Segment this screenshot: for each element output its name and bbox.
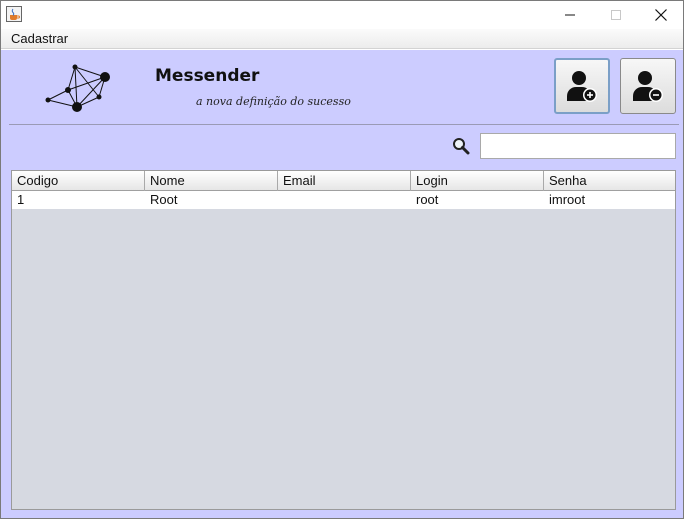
- add-user-icon: [567, 71, 597, 102]
- remove-user-icon: [633, 71, 663, 102]
- maximize-icon: [611, 10, 621, 20]
- table-body: 1 Root root imroot: [12, 191, 675, 209]
- cell-senha: imroot: [549, 192, 586, 207]
- column-header-codigo[interactable]: Codigo: [12, 171, 145, 191]
- maximize-button[interactable]: [593, 1, 639, 29]
- cell-email: [278, 191, 411, 209]
- app-window: Cadastrar Messender a nova definição do …: [0, 0, 684, 519]
- cell-login: root: [416, 192, 439, 207]
- app-title: Messender: [155, 66, 260, 86]
- minimize-button[interactable]: [547, 1, 593, 29]
- magnifier-icon: [453, 138, 470, 155]
- column-header-email[interactable]: Email: [278, 171, 411, 191]
- menu-bar: Cadastrar: [1, 29, 683, 49]
- close-icon: [655, 9, 667, 21]
- table-row[interactable]: 1 Root root imroot: [12, 191, 675, 209]
- menu-cadastrar[interactable]: Cadastrar: [11, 31, 68, 46]
- network-graph-icon: [45, 64, 110, 112]
- app-subtitle: a nova definição do sucesso: [196, 95, 351, 108]
- table-header: Codigo Nome Email Login Senha: [12, 171, 675, 191]
- cell-codigo: 1: [17, 192, 25, 207]
- remove-user-button[interactable]: [620, 58, 676, 114]
- java-cup-icon[interactable]: [6, 6, 22, 22]
- column-header-login[interactable]: Login: [411, 171, 544, 191]
- title-bar[interactable]: [1, 1, 683, 29]
- add-user-button[interactable]: [554, 58, 610, 114]
- close-button[interactable]: [638, 1, 684, 29]
- search-input[interactable]: [480, 133, 676, 159]
- minimize-icon: [565, 14, 575, 16]
- cell-nome: Root: [150, 192, 178, 207]
- header-divider: [9, 124, 679, 125]
- main-panel: Messender a nova definição do sucesso Co…: [1, 50, 683, 518]
- users-table[interactable]: Codigo Nome Email Login Senha 1 Root roo…: [11, 170, 676, 510]
- column-header-senha[interactable]: Senha: [544, 171, 675, 191]
- column-header-nome[interactable]: Nome: [145, 171, 278, 191]
